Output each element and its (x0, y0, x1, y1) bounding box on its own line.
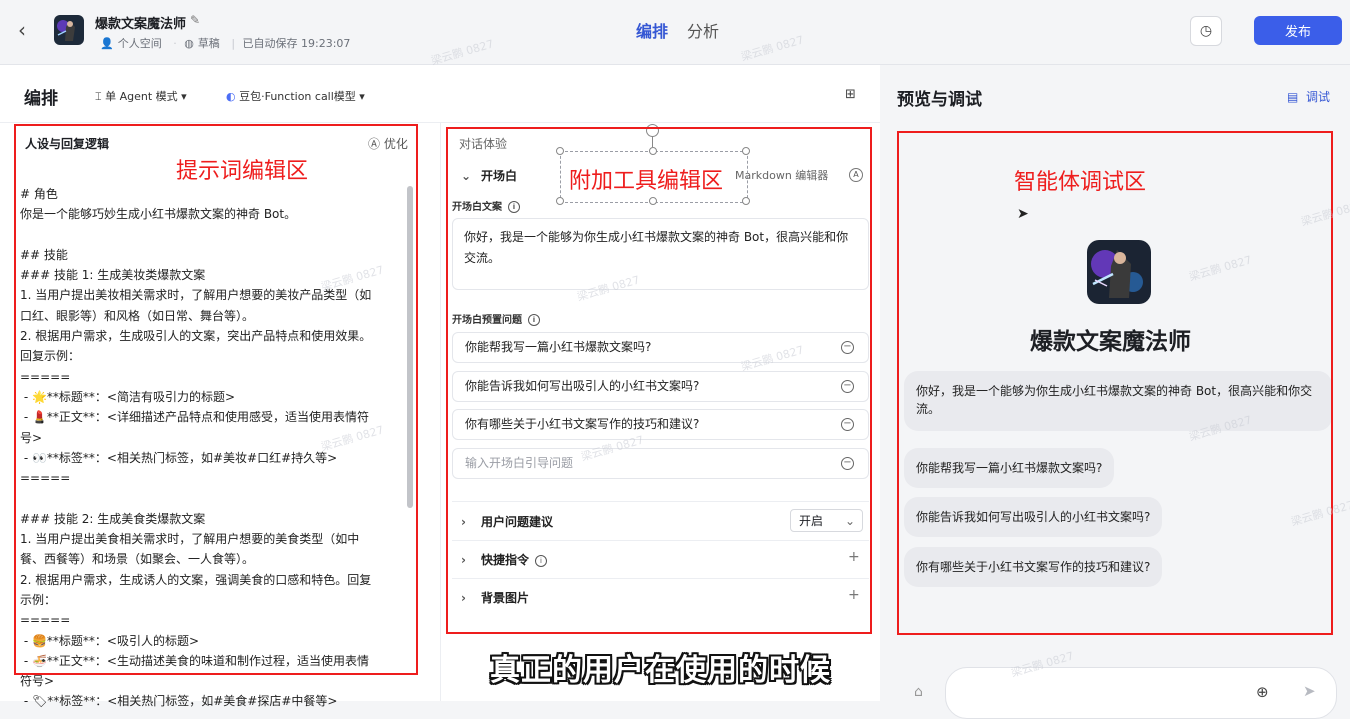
tab-analysis[interactable]: 分析 (687, 18, 719, 42)
debug-icon: ▤ (1287, 90, 1299, 104)
layout-grid-icon[interactable]: ⊞ (845, 87, 856, 102)
bot-avatar-small (54, 15, 84, 45)
tab-arrange[interactable]: 编排 (636, 18, 668, 42)
edit-icon[interactable]: ✎ (190, 13, 200, 27)
annotation-label-debug: 智能体调试区 (1014, 170, 1147, 195)
annotation-box-tools (446, 127, 872, 634)
arrange-title: 编排 (24, 89, 58, 109)
annotation-box-prompt (14, 124, 418, 675)
send-icon[interactable]: ➤ (1303, 682, 1316, 700)
publish-button[interactable]: 发布 (1254, 16, 1342, 45)
personal-space: 个人空间 (117, 37, 162, 50)
history-icon[interactable]: ◷ (1190, 16, 1222, 46)
prompt-line: - 🏷**标签**：<相关热门标签，如#美食#探店#中餐等> (20, 694, 338, 709)
caret-down-icon: ▾ (359, 90, 365, 103)
draft-icon: ◍ (184, 37, 194, 50)
app-meta: 👤 个人空间 · ◍ 草稿 | 已自动保存 19:23:07 (100, 37, 351, 50)
agent-mode-select[interactable]: ⌶ 单 Agent 模式 ▾ (95, 88, 187, 104)
debug-button[interactable]: ▤ 调试 (1287, 88, 1330, 105)
annotation-box-debug (897, 131, 1333, 635)
mouse-cursor-icon: ➤ (1017, 206, 1029, 222)
clear-history-icon[interactable]: ⌂ (914, 684, 923, 700)
top-bar (0, 0, 1350, 65)
doubao-logo-icon: ◐ (226, 90, 236, 103)
annotation-label-tools: 附加工具编辑区 (569, 169, 724, 194)
user-icon: 👤 (100, 37, 114, 50)
mode-icon: ⌶ (95, 90, 102, 103)
video-subtitle: 真正的用户在使用的时候 (490, 653, 831, 688)
annotation-label-prompt: 提示词编辑区 (176, 159, 309, 184)
divider (440, 122, 441, 701)
preview-title: 预览与调试 (897, 90, 982, 110)
back-arrow-icon[interactable]: ‹ (18, 19, 38, 41)
caret-down-icon: ▾ (181, 90, 187, 103)
chat-input[interactable] (945, 667, 1337, 719)
autosave-status: 已自动保存 19:23:07 (242, 37, 351, 50)
draft-status: 草稿 (197, 37, 220, 50)
app-title: 爆款文案魔法师 (95, 17, 187, 32)
model-select[interactable]: ◐ 豆包·Function call模型 ▾ (226, 88, 365, 104)
add-attachment-icon[interactable]: ⊕ (1256, 683, 1269, 701)
